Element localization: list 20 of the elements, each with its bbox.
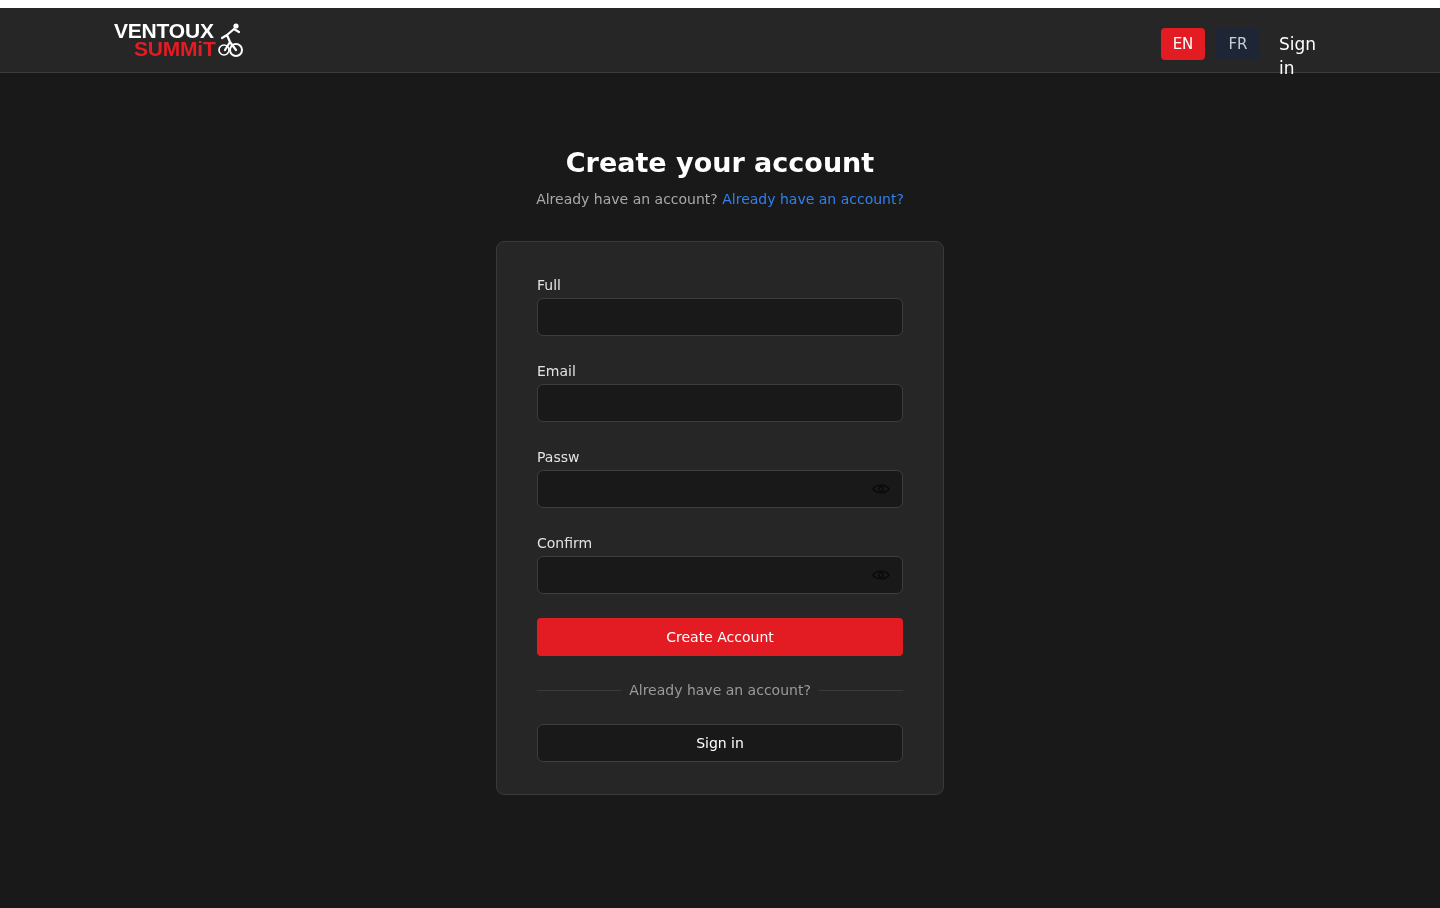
language-button[interactable]: FR [1216,28,1260,60]
subtitle-text: Already have an account? Already have an account? [536,190,904,209]
sign-in-link[interactable]: Sign in [1279,32,1326,80]
field-label: Passw [537,448,580,467]
sign-in-link[interactable]: Already have an account? [722,191,904,207]
page-title: Create your account [565,146,875,180]
field-label: Email [537,362,576,381]
divider-text: Already have an account? [629,681,811,700]
cyclist-icon [216,21,243,59]
language-button[interactable]: EN [1161,28,1205,60]
logo-text: SUMMiT [134,40,216,58]
input-field[interactable] [537,384,903,422]
input-field[interactable] [537,470,903,508]
input-field[interactable] [537,556,903,594]
field-label: Confirm [537,534,593,553]
input-field[interactable] [537,298,903,336]
field-label: Full [537,276,561,295]
sign-in-button[interactable]: Sign in [537,724,903,762]
logo-text: VENTOUX [114,22,214,40]
create-account-button[interactable]: Create Account [537,618,903,656]
